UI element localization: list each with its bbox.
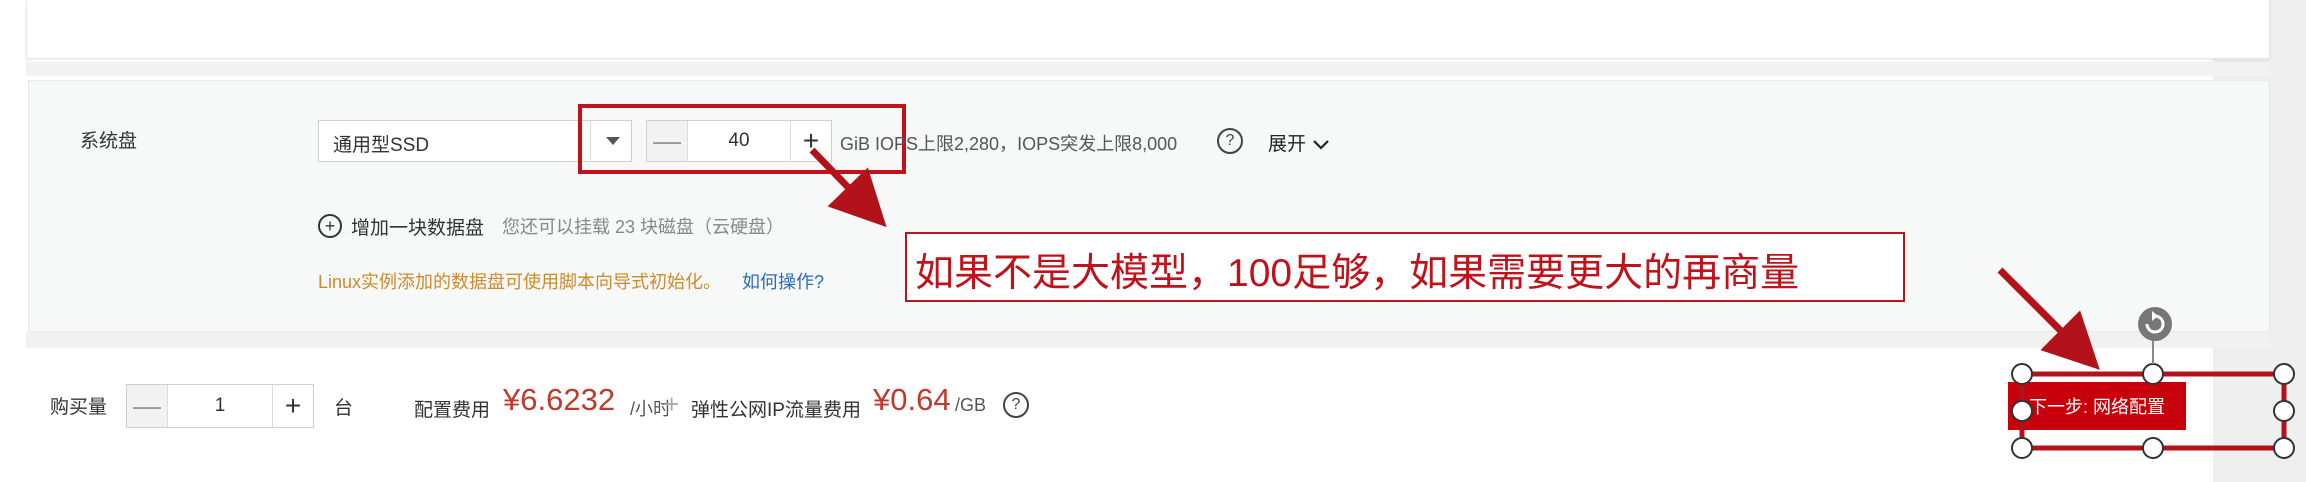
selection-handles	[2011, 363, 2295, 459]
rotate-icon	[2138, 307, 2172, 341]
annotation-arrow	[1997, 267, 2100, 370]
annotation-arrow	[809, 147, 887, 228]
selection-frame	[2019, 371, 2287, 451]
annotation-overlay	[809, 147, 2295, 459]
